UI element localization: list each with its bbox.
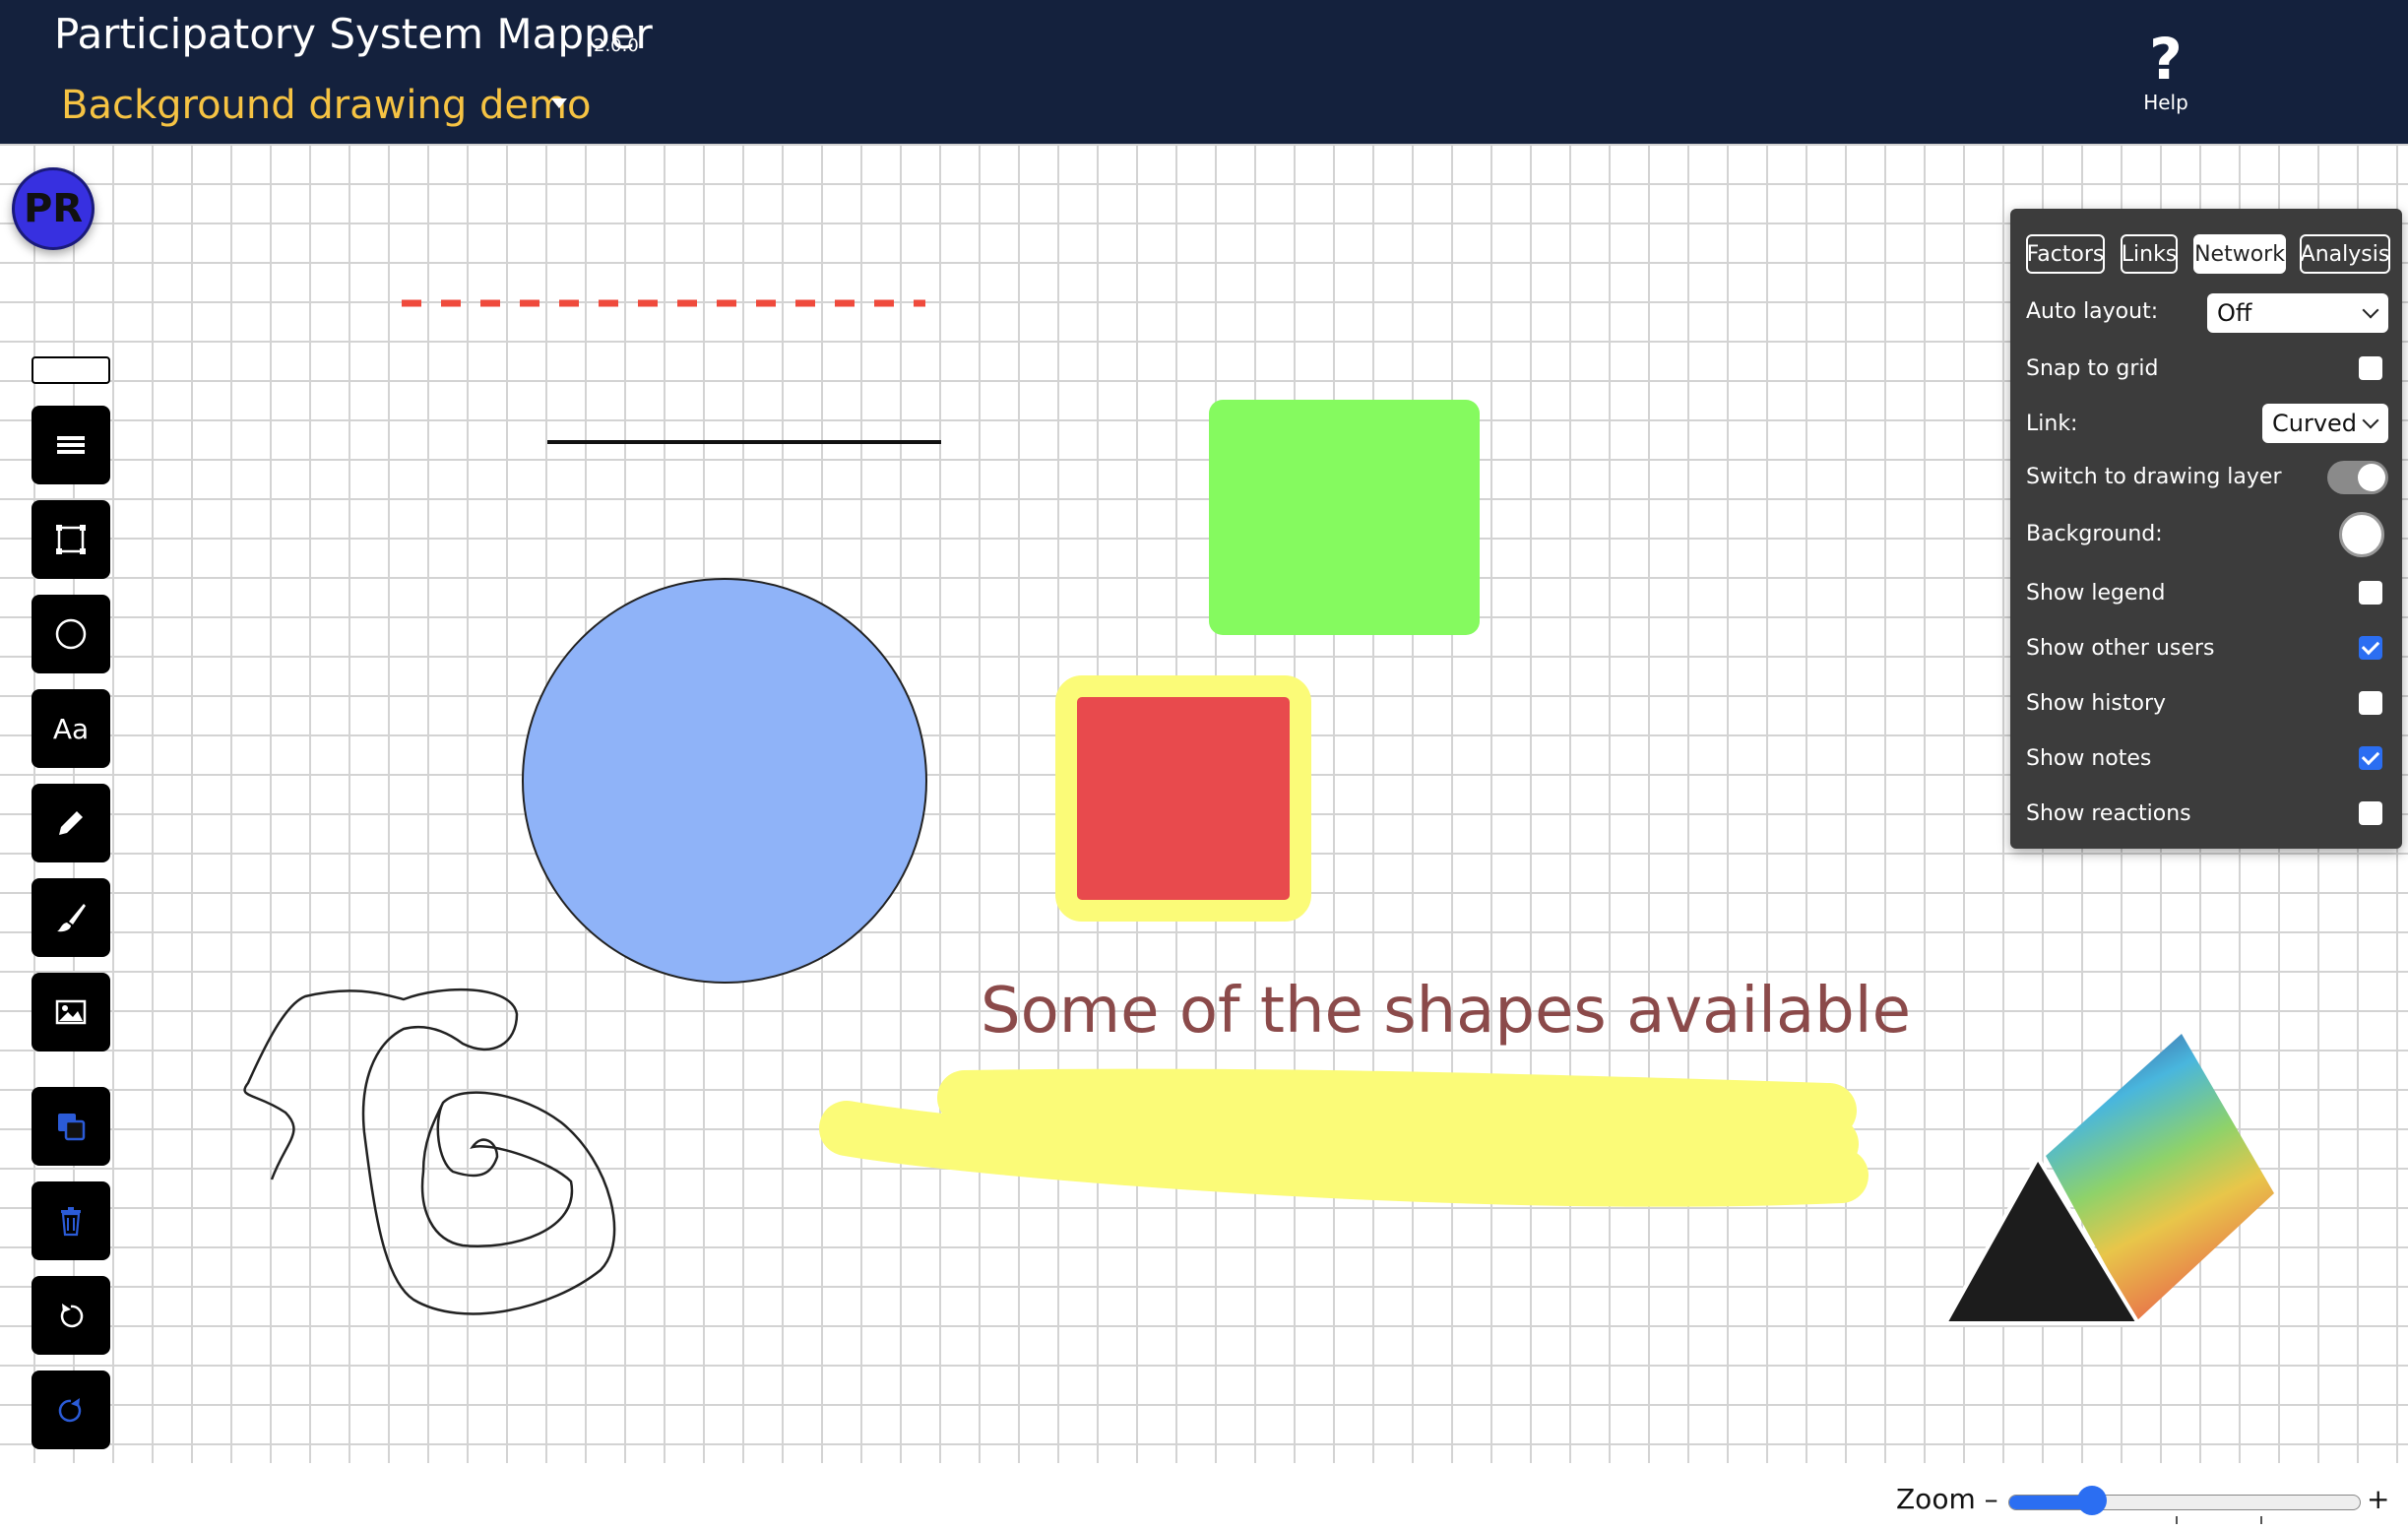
- blue-circle-shape[interactable]: [522, 578, 927, 984]
- text-tool-button[interactable]: Aa: [32, 689, 110, 768]
- snap-to-grid-checkbox[interactable]: [2359, 356, 2382, 380]
- chevron-down-icon: [2362, 301, 2379, 319]
- avatar[interactable]: PR: [12, 167, 95, 250]
- show-reactions-checkbox[interactable]: [2359, 801, 2382, 825]
- show-legend-checkbox[interactable]: [2359, 581, 2382, 605]
- brush-icon: [57, 904, 86, 932]
- chevron-down-icon: [2362, 412, 2379, 429]
- show-other-users-checkbox[interactable]: [2359, 636, 2382, 660]
- auto-layout-select[interactable]: Off: [2207, 293, 2388, 333]
- delete-button[interactable]: [32, 1181, 110, 1260]
- show-legend-label: Show legend: [2026, 581, 2166, 606]
- brush-tool-button[interactable]: [32, 878, 110, 957]
- redo-icon: [58, 1398, 82, 1423]
- link-style-select[interactable]: Curved: [2262, 404, 2388, 443]
- help-label: Help: [2143, 91, 2188, 114]
- show-history-label: Show history: [2026, 691, 2167, 716]
- red-square-shape[interactable]: [1055, 675, 1311, 922]
- tab-network[interactable]: Network: [2193, 234, 2286, 274]
- trash-icon: [61, 1207, 81, 1237]
- auto-layout-label: Auto layout:: [2026, 299, 2159, 324]
- background-label: Background:: [2026, 522, 2163, 546]
- zoom-tick: [2176, 1516, 2178, 1524]
- yellow-brush-stroke[interactable]: [819, 1068, 1869, 1207]
- version-label: 2.0.0: [594, 35, 639, 56]
- question-mark-icon: ?: [2149, 26, 2183, 93]
- background-color-picker[interactable]: [2339, 512, 2384, 557]
- canvas-text-shape[interactable]: Some of the shapes available: [981, 975, 1911, 1048]
- snap-to-grid-label: Snap to grid: [2026, 356, 2159, 381]
- zoom-label: Zoom –: [1896, 1483, 1998, 1515]
- rectangle-tool-button[interactable]: [32, 500, 110, 579]
- zoom-plus-label: +: [2367, 1483, 2390, 1515]
- show-history-checkbox[interactable]: [2359, 691, 2382, 715]
- show-notes-checkbox[interactable]: [2359, 746, 2382, 770]
- layers-icon: [58, 1114, 86, 1141]
- undo-icon: [60, 1304, 84, 1328]
- image-tool-button[interactable]: [32, 973, 110, 1052]
- drawing-option-input[interactable]: [32, 356, 110, 384]
- line-width-button[interactable]: [32, 406, 110, 484]
- redo-button[interactable]: [32, 1371, 110, 1449]
- zoom-slider[interactable]: [2008, 1495, 2361, 1510]
- tab-links[interactable]: Links: [2121, 234, 2178, 274]
- show-other-users-label: Show other users: [2026, 636, 2215, 661]
- freehand-scribble[interactable]: [243, 988, 616, 1315]
- text-tool-label: Aa: [52, 712, 90, 745]
- tab-factors[interactable]: Factors: [2026, 234, 2105, 274]
- map-title[interactable]: Background drawing demo: [61, 83, 591, 128]
- show-reactions-label: Show reactions: [2026, 801, 2191, 826]
- pencil-icon: [59, 811, 83, 835]
- line-width-icon: [57, 436, 85, 454]
- chevron-down-icon[interactable]: [551, 98, 567, 108]
- help-button[interactable]: ? Help: [2126, 28, 2205, 126]
- drawing-layer-toggle[interactable]: [2327, 461, 2388, 494]
- drawing-layer-label: Switch to drawing layer: [2026, 465, 2282, 489]
- tab-analysis[interactable]: Analysis: [2300, 234, 2390, 274]
- show-notes-label: Show notes: [2026, 746, 2152, 771]
- image-icon: [55, 999, 87, 1025]
- undo-button[interactable]: [32, 1276, 110, 1355]
- auto-layout-value: Off: [2217, 299, 2252, 327]
- app-title: Participatory System Mapper: [54, 10, 653, 58]
- link-label: Link:: [2026, 412, 2078, 436]
- green-rectangle-shape[interactable]: [1209, 400, 1480, 635]
- circle-tool-button[interactable]: [32, 595, 110, 673]
- pencil-tool-button[interactable]: [32, 784, 110, 862]
- zoom-tick: [2260, 1516, 2262, 1524]
- circle-icon: [55, 618, 87, 650]
- control-panel: Factors Links Network Analysis Auto layo…: [2010, 209, 2402, 849]
- rectangle-icon: [56, 525, 86, 554]
- zoom-slider-thumb[interactable]: [2077, 1486, 2108, 1515]
- layer-order-button[interactable]: [32, 1087, 110, 1166]
- app-header: Participatory System Mapper 2.0.0 Backgr…: [0, 0, 2408, 144]
- link-style-value: Curved: [2272, 410, 2358, 437]
